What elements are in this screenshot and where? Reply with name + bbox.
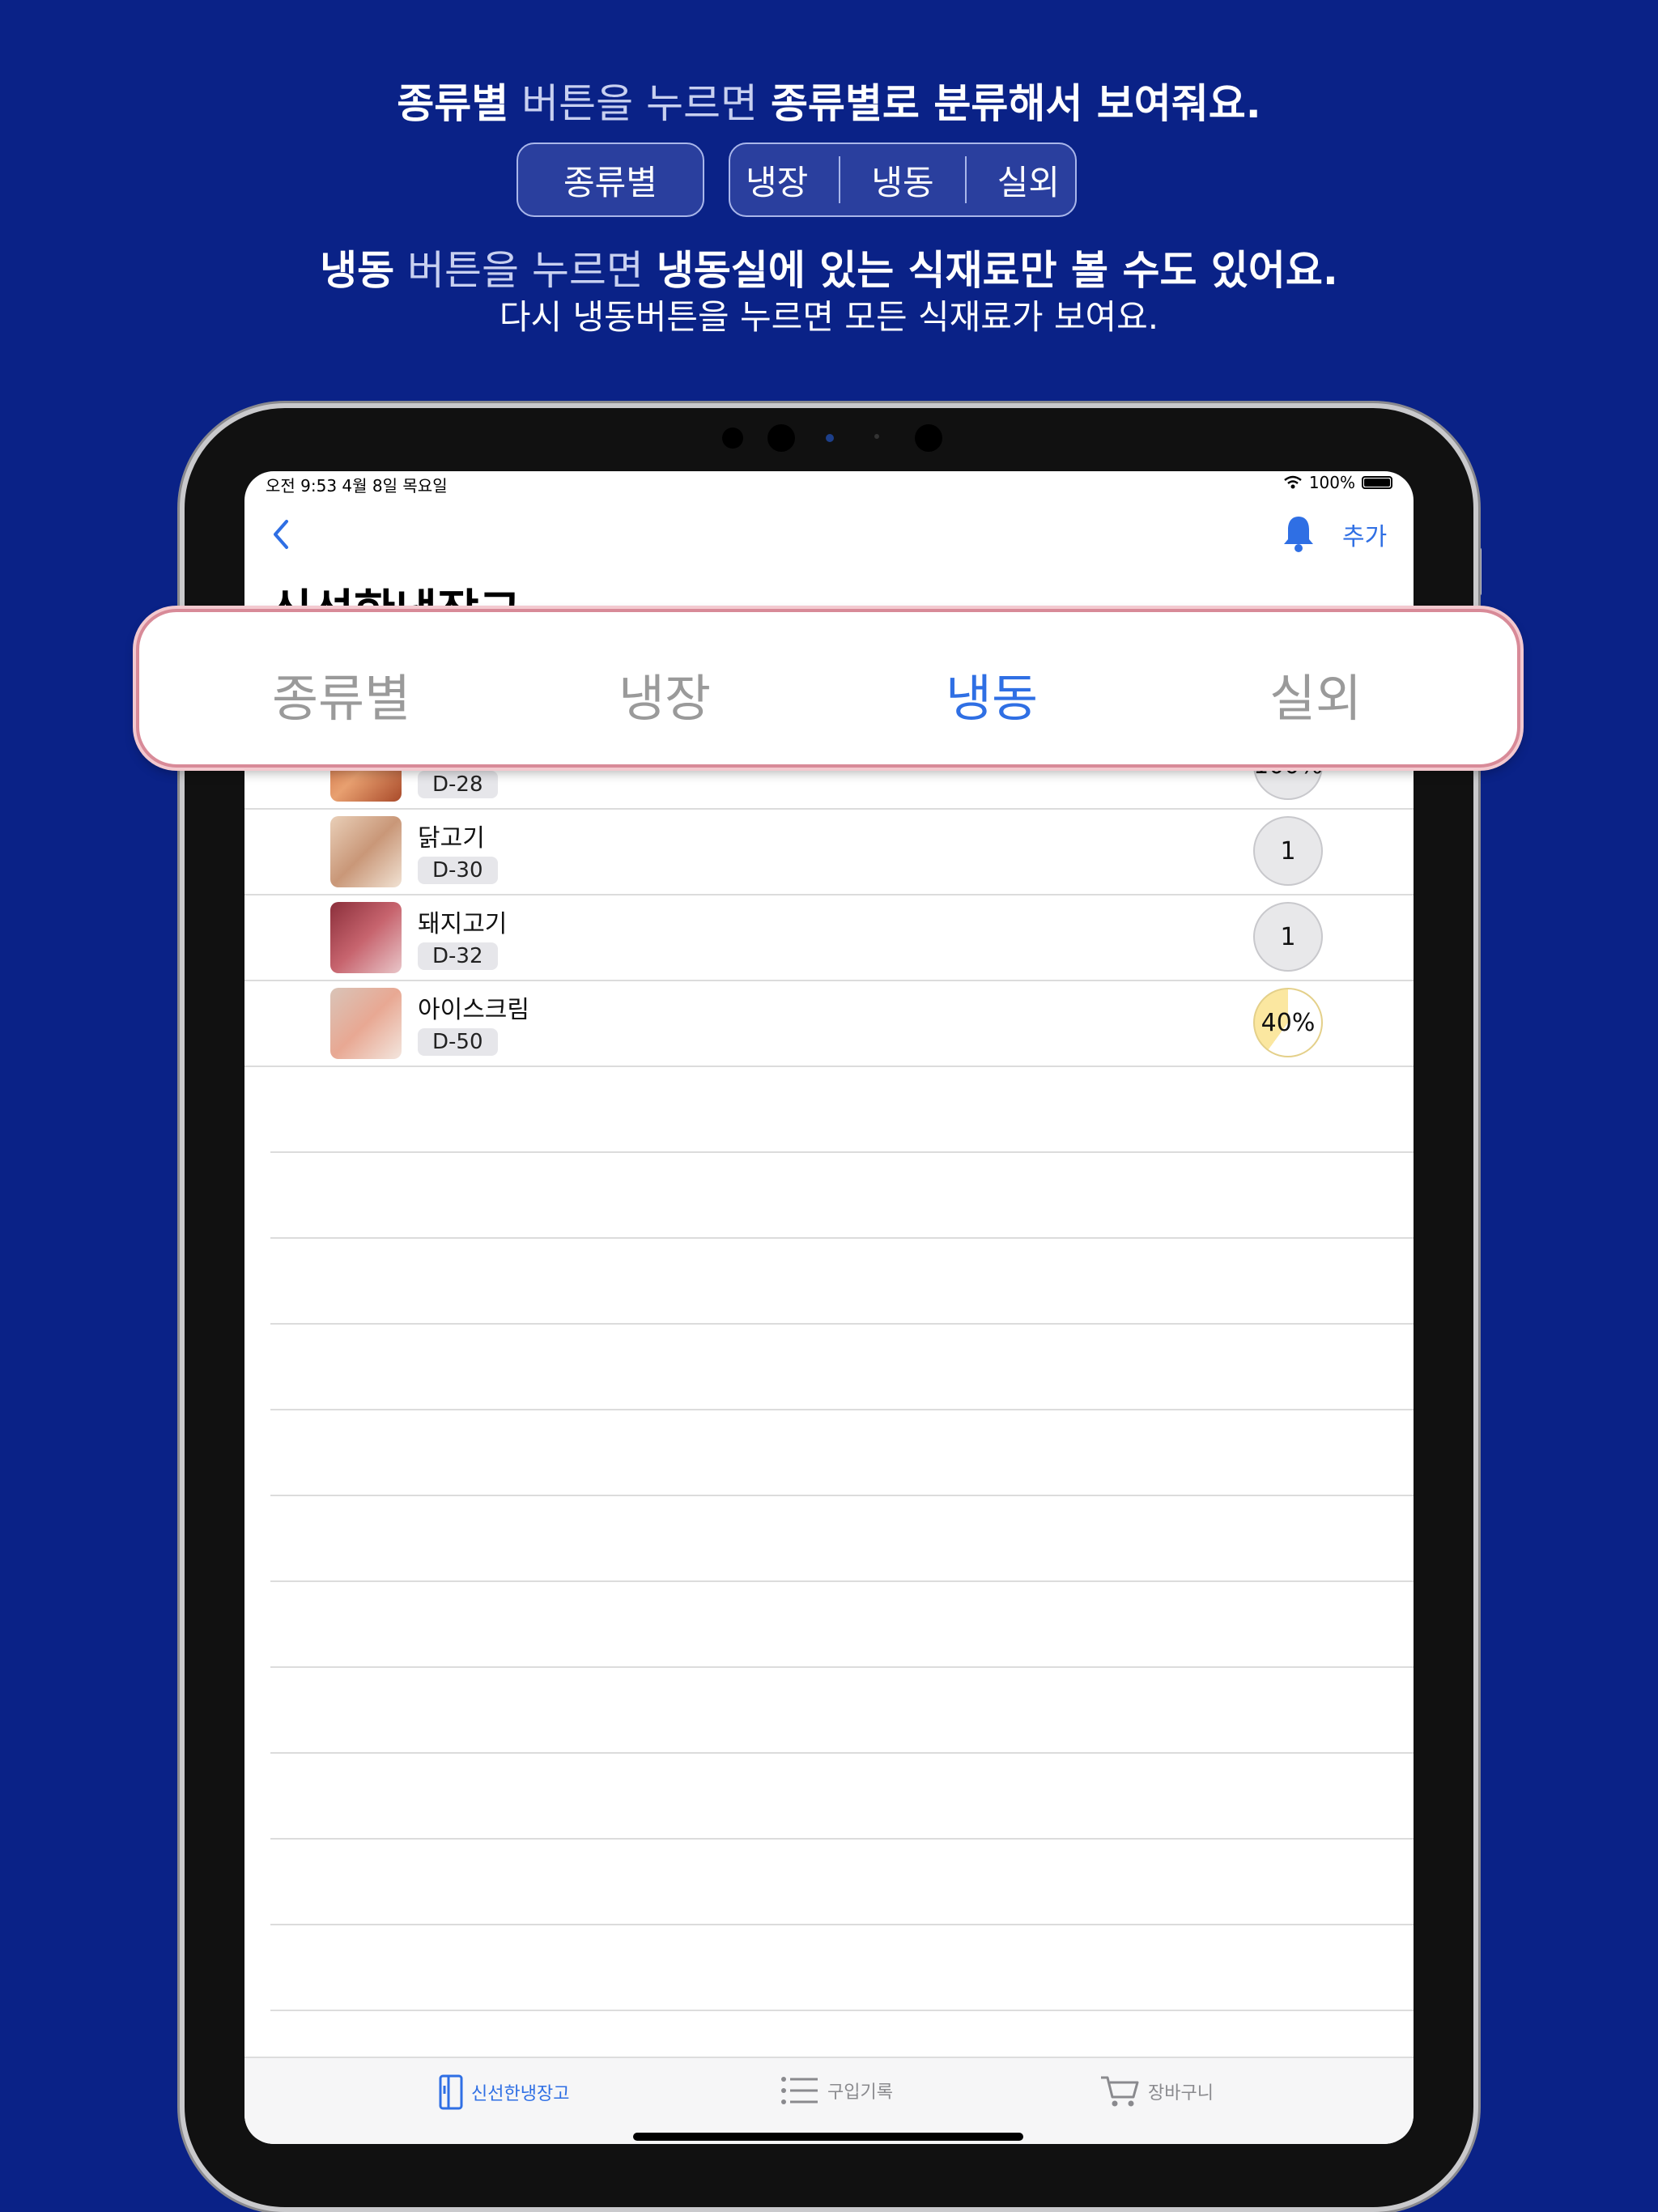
- empty-row-divider: [270, 2010, 1414, 2011]
- item-dday-badge: D-32: [418, 942, 498, 970]
- promo-connector-1: 버튼을 누르면: [508, 80, 771, 127]
- segment-cold[interactable]: 냉장: [619, 657, 711, 730]
- camera-flood-icon: [874, 434, 879, 439]
- tab-bar: 신선한냉장고 구입기록 장바구니: [244, 2057, 1414, 2144]
- segment-kind[interactable]: 종류별: [272, 657, 410, 730]
- item-name: 아이스크림: [418, 996, 529, 1024]
- battery-icon: [1362, 476, 1392, 489]
- empty-row-divider: [270, 1495, 1414, 1496]
- list-item[interactable]: 닭고기 D-30 1: [244, 808, 1414, 895]
- chip-divider: [964, 156, 967, 203]
- list-icon: [781, 2077, 818, 2104]
- promo-kind-word: 종류별: [397, 80, 509, 127]
- item-dday-badge: D-28: [418, 771, 498, 798]
- chip-segment-cold: 냉장: [746, 162, 809, 202]
- tab-cart-label: 장바구니: [1148, 2083, 1214, 2104]
- chicken-thumbnail: [330, 816, 402, 887]
- back-chevron-icon[interactable]: [269, 517, 293, 552]
- empty-row-divider: [270, 1666, 1414, 1668]
- chip-segment-frozen: 냉동: [871, 162, 934, 202]
- segment-control-highlight: 종류별 냉장 냉동 실외: [136, 609, 1520, 768]
- item-name: 돼지고기: [418, 910, 508, 938]
- empty-row-divider: [270, 1838, 1414, 1840]
- promo-line-3-rest: 냉동실에 있는 식재료만 볼 수도 있어요.: [656, 247, 1338, 294]
- promo-frozen-word: 냉동: [320, 247, 395, 294]
- chip-segment-sample: 냉장 냉동 실외: [729, 143, 1077, 217]
- chip-segment-outdoor: 실외: [997, 162, 1060, 202]
- segment-outdoor[interactable]: 실외: [1269, 657, 1362, 730]
- camera-sensor-icon: [722, 428, 743, 449]
- list-item[interactable]: 돼지고기 D-32 1: [244, 894, 1414, 981]
- cart-icon: [1101, 2076, 1139, 2107]
- pork-thumbnail: [330, 902, 402, 973]
- tab-fridge-label: 신선한냉장고: [471, 2084, 570, 2104]
- list-item[interactable]: 아이스크림 D-50 40%: [244, 980, 1414, 1067]
- status-time-date: 오전 9:53 4월 8일 목요일: [266, 476, 448, 496]
- empty-row-divider: [270, 1237, 1414, 1239]
- empty-row-divider: [270, 1580, 1414, 1582]
- bell-icon[interactable]: [1281, 513, 1316, 554]
- empty-row-divider: [270, 1151, 1414, 1153]
- item-percent-badge[interactable]: 40%: [1253, 988, 1323, 1057]
- home-indicator: [633, 2133, 1023, 2141]
- empty-row-divider: [270, 1323, 1414, 1325]
- item-quantity-badge[interactable]: 1: [1253, 902, 1323, 972]
- empty-row-divider: [270, 1924, 1414, 1925]
- empty-row-divider: [270, 1752, 1414, 1754]
- add-button[interactable]: 추가: [1342, 517, 1387, 552]
- promo-line-1: 종류별 버튼을 누르면 종류별로 분류해서 보여줘요.: [0, 71, 1658, 130]
- empty-row-divider: [270, 1409, 1414, 1410]
- camera-dot-icon: [826, 434, 834, 442]
- chip-divider: [839, 156, 841, 203]
- segment-frozen[interactable]: 냉동: [946, 657, 1038, 730]
- item-name: 닭고기: [418, 824, 485, 853]
- item-dday-badge: D-30: [418, 857, 498, 884]
- item-quantity-badge[interactable]: 1: [1253, 816, 1323, 886]
- camera-lens-icon: [767, 424, 795, 452]
- tab-history-label: 구입기록: [827, 2082, 893, 2103]
- tab-history[interactable]: 구입기록: [780, 2074, 893, 2107]
- tab-cart[interactable]: 장바구니: [1099, 2074, 1214, 2108]
- promo-line-4: 다시 냉동버튼을 누르면 모든 식재료가 보여요.: [499, 297, 1159, 337]
- chip-kind-sample: 종류별: [517, 143, 704, 217]
- battery-percent: 100%: [1308, 473, 1355, 492]
- chip-kind-label: 종류별: [563, 162, 657, 202]
- status-indicators: 100%: [1283, 473, 1392, 492]
- camera-proximity-icon: [915, 424, 942, 452]
- tab-fridge[interactable]: 신선한냉장고: [439, 2074, 569, 2110]
- promo-connector-3: 버튼을 누르면: [394, 247, 657, 294]
- wifi-icon: [1284, 475, 1302, 489]
- fridge-icon: [439, 2074, 463, 2110]
- promo-line-3: 냉동 버튼을 누르면 냉동실에 있는 식재료만 볼 수도 있어요.: [0, 238, 1658, 296]
- item-dday-badge: D-50: [418, 1028, 498, 1056]
- icecream-thumbnail: [330, 988, 402, 1059]
- promo-line-1-rest: 종류별로 분류해서 보여줘요.: [770, 80, 1261, 127]
